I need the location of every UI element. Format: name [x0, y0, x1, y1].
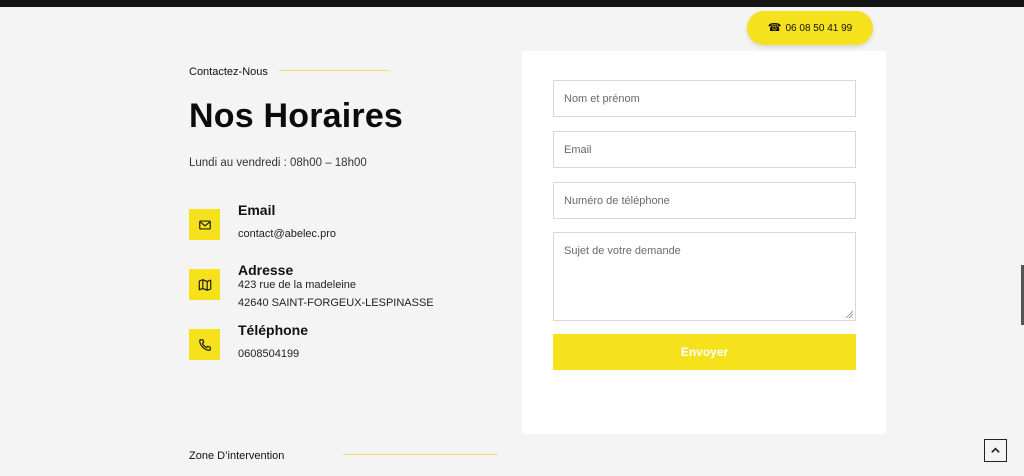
header-phone-button[interactable]: ☎ 06 08 50 41 99: [747, 11, 873, 45]
opening-hours: Lundi au vendredi : 08h00 – 18h00: [189, 157, 367, 169]
email-title: Email: [238, 202, 276, 218]
contact-kicker: Contactez-Nous: [189, 66, 268, 78]
zone-divider: [343, 454, 498, 455]
top-bar: [0, 0, 1024, 7]
email-placeholder: Email: [564, 143, 592, 156]
chevron-up-icon: [991, 447, 1000, 453]
submit-button[interactable]: Envoyer: [553, 334, 856, 370]
phone-title: Téléphone: [238, 322, 309, 338]
address-line-2: 42640 SAINT-FORGEUX-LESPINASSE: [238, 297, 434, 309]
message-textarea[interactable]: Sujet de votre demande: [553, 232, 856, 321]
contact-form: Nom et prénom Email Numéro de téléphone …: [522, 51, 886, 434]
header-phone-label: 06 08 50 41 99: [785, 22, 853, 34]
resize-handle-icon[interactable]: [845, 310, 853, 318]
email-input[interactable]: Email: [553, 131, 856, 168]
phone-icon: ☎: [767, 21, 782, 34]
page-title: Nos Horaires: [189, 97, 404, 135]
phone-placeholder: Numéro de téléphone: [564, 194, 670, 207]
address-line-1: 423 rue de la madeleine: [238, 279, 357, 291]
scroll-to-top-button[interactable]: [984, 439, 1007, 462]
email-value[interactable]: contact@abelec.pro: [238, 228, 336, 240]
phone-icon: [189, 329, 220, 360]
kicker-divider: [279, 70, 389, 71]
message-placeholder: Sujet de votre demande: [564, 245, 681, 257]
address-title: Adresse: [238, 262, 294, 278]
phone-input[interactable]: Numéro de téléphone: [553, 182, 856, 219]
mail-icon: [189, 209, 220, 240]
name-input[interactable]: Nom et prénom: [553, 80, 856, 117]
map-icon: [189, 269, 220, 300]
zone-kicker: Zone D’intervention: [189, 450, 285, 462]
phone-value[interactable]: 0608504199: [238, 348, 299, 360]
name-placeholder: Nom et prénom: [564, 92, 640, 105]
